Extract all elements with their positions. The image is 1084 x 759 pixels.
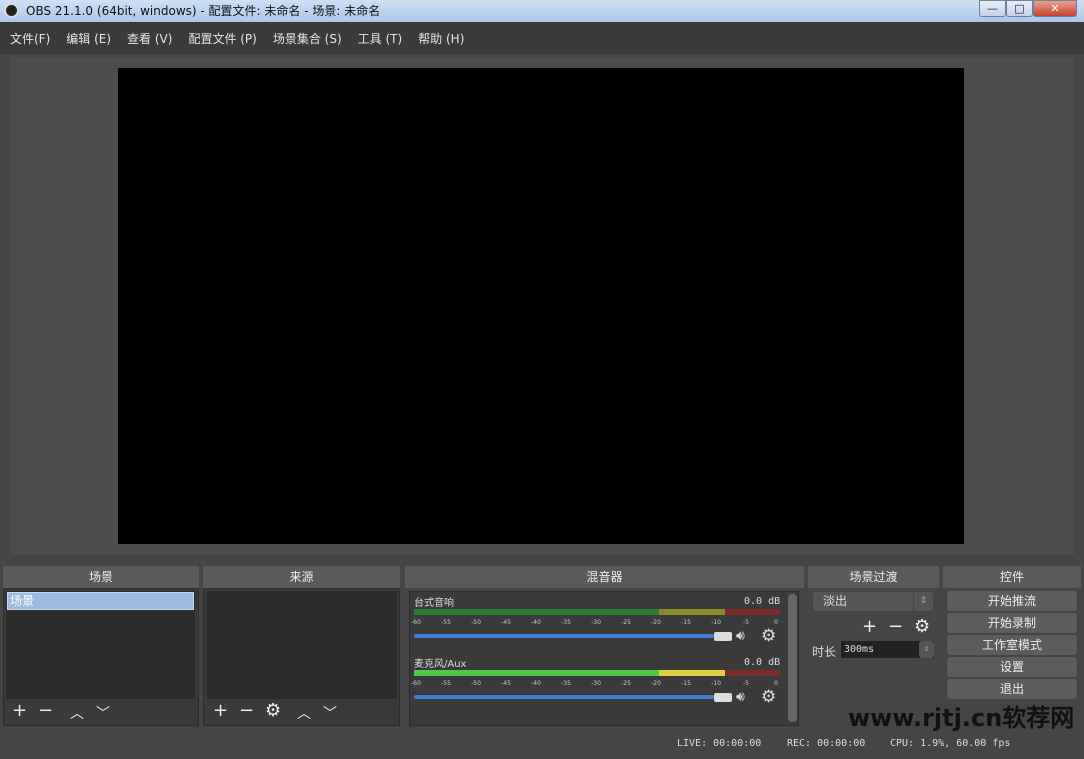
duration-value: 300ms [844,644,875,655]
start-recording-button[interactable]: 开始录制 [947,613,1077,633]
menu-help[interactable]: 帮助 (H) [418,30,464,47]
tick-label: -55 [441,619,451,626]
tick-label: -40 [531,619,541,626]
tick-label: -15 [681,619,691,626]
scene-item[interactable]: 场景 [7,592,194,610]
tick-label: -30 [591,619,601,626]
volume-slider-handle[interactable] [714,632,732,641]
cpu-status: CPU: 1.9%, 60.00 fps [890,738,1011,749]
volume-slider-handle[interactable] [714,693,732,702]
chevron-updown-icon: ⇕ [913,592,933,611]
minimize-button[interactable]: — [979,0,1006,17]
maximize-button[interactable]: □ [1006,0,1033,17]
tick-label: -50 [471,680,481,687]
speaker-icon[interactable]: 🔊︎ [736,689,745,705]
sources-header: 来源 [203,566,400,588]
transition-properties-gear-icon[interactable]: ⚙ [914,616,930,637]
channel-db: 0.0 dB [744,657,781,668]
preview-canvas[interactable] [118,68,964,544]
tick-label: -25 [621,680,631,687]
volume-slider[interactable] [414,634,714,638]
studio-mode-button[interactable]: 工作室模式 [947,635,1077,655]
move-scene-up-button[interactable]: ︿ [70,703,84,723]
transition-value: 淡出 [823,594,848,608]
move-scene-down-button[interactable]: ﹀ [96,703,110,723]
menu-edit[interactable]: 编辑 (E) [66,30,111,47]
menu-scene-collection[interactable]: 场景集合 (S) [273,30,342,47]
status-bar: LIVE: 00:00:00 REC: 00:00:00 CPU: 1.9%, … [0,735,1084,755]
tick-label: -10 [711,680,721,687]
meter-ticks: -60 -55 -50 -45 -40 -35 -30 -25 -20 -15 -10 -5 0 [411,676,780,688]
duration-spinbox[interactable]: 300ms ⇕ [841,641,934,658]
tick-label: -30 [591,680,601,687]
start-streaming-button[interactable]: 开始推流 [947,591,1077,611]
menu-profile[interactable]: 配置文件 (P) [188,30,256,47]
tick-label: -60 [411,619,421,626]
duration-label: 时长 [812,645,837,659]
menu-bar: 文件(F) 编辑 (E) 查看 (V) 配置文件 (P) 场景集合 (S) 工具… [0,22,1084,54]
tick-label: -35 [561,619,571,626]
tick-label: -15 [681,680,691,687]
mixer-header: 混音器 [405,566,804,588]
add-transition-button[interactable]: + [862,616,877,637]
tick-label: -5 [743,619,749,626]
move-source-down-button[interactable]: ﹀ [323,703,337,723]
channel-db: 0.0 dB [744,596,781,607]
controls-header: 控件 [943,566,1081,588]
channel-gear-icon[interactable]: ⚙ [761,626,776,646]
move-source-up-button[interactable]: ︿ [297,703,311,723]
close-button[interactable]: ✕ [1033,0,1077,17]
menu-tools[interactable]: 工具 (T) [358,30,403,47]
add-source-button[interactable]: + [213,700,228,721]
tick-label: 0 [774,680,778,687]
channel-name: 麦克风/Aux [414,659,467,670]
spin-arrows-icon[interactable]: ⇕ [919,641,934,658]
speaker-icon[interactable]: 🔊︎ [736,628,745,644]
watermark: www.rjtj.cn软荐网 [848,704,1075,732]
tick-label: -20 [651,619,661,626]
transition-select[interactable]: 淡出 ⇕ [813,592,933,611]
tick-label: -50 [471,619,481,626]
transitions-header: 场景过渡 [808,566,939,588]
menu-view[interactable]: 查看 (V) [127,30,172,47]
tick-label: -5 [743,680,749,687]
menu-file[interactable]: 文件(F) [10,30,50,47]
tick-label: -55 [441,680,451,687]
channel-gear-icon[interactable]: ⚙ [761,687,776,707]
tick-label: -35 [561,680,571,687]
tick-label: -60 [411,680,421,687]
tick-label: -25 [621,619,631,626]
mixer-scrollbar[interactable] [788,594,797,722]
volume-slider[interactable] [414,695,714,699]
source-properties-gear-icon[interactable]: ⚙ [265,700,281,721]
remove-transition-button[interactable]: − [888,616,903,637]
window-title: OBS 21.1.0 (64bit, windows) - 配置文件: 未命名 … [26,4,381,18]
sources-list [207,591,397,699]
live-status: LIVE: 00:00:00 [677,738,762,749]
title-bar: OBS 21.1.0 (64bit, windows) - 配置文件: 未命名 … [0,0,1084,22]
tick-label: -45 [501,680,511,687]
tick-label: 0 [774,619,778,626]
exit-button[interactable]: 退出 [947,679,1077,699]
add-scene-button[interactable]: + [12,700,27,721]
settings-button[interactable]: 设置 [947,657,1077,677]
scenes-header: 场景 [3,566,199,588]
tick-label: -45 [501,619,511,626]
tick-label: -20 [651,680,661,687]
tick-label: -10 [711,619,721,626]
obs-logo-icon [4,3,19,18]
remove-source-button[interactable]: − [239,700,254,721]
meter-ticks: -60 -55 -50 -45 -40 -35 -30 -25 -20 -15 -10 -5 0 [411,615,780,627]
channel-name: 台式音响 [414,598,454,609]
rec-status: REC: 00:00:00 [787,738,866,749]
remove-scene-button[interactable]: − [38,700,53,721]
tick-label: -40 [531,680,541,687]
